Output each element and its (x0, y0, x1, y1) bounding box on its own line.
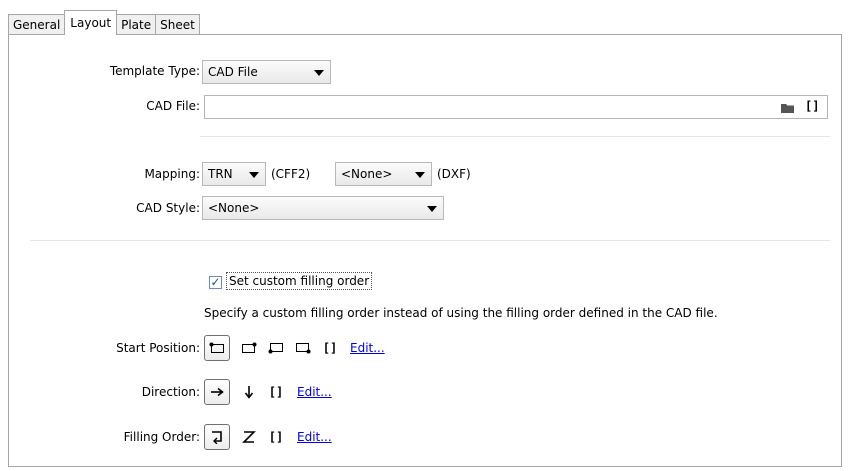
separator (30, 240, 830, 241)
bracket-icon[interactable]: [] (317, 335, 343, 361)
bottom-right-corner-icon[interactable] (290, 335, 316, 361)
top-left-corner-icon[interactable] (204, 335, 230, 361)
filling-order-edit-link[interactable]: Edit... (297, 430, 332, 444)
tab-plate[interactable]: Plate (116, 14, 157, 35)
start-position-edit-link[interactable]: Edit... (350, 341, 385, 355)
template-type-label: Template Type: (109, 64, 200, 78)
bracket-icon[interactable]: [] (805, 99, 819, 113)
dxf-suffix: (DXF) (437, 167, 471, 181)
top-right-corner-icon[interactable] (236, 335, 262, 361)
mapping-cff2-dropdown[interactable]: TRN (202, 162, 266, 186)
template-type-dropdown[interactable]: CAD File (202, 60, 331, 84)
tab-sheet[interactable]: Sheet (155, 14, 200, 35)
tab-general[interactable]: General (8, 14, 66, 35)
chevron-down-icon (415, 172, 425, 178)
z-order-icon[interactable] (236, 424, 262, 450)
chevron-down-icon (427, 206, 437, 212)
tab-layout[interactable]: Layout (64, 10, 118, 35)
bracket-icon[interactable]: [] (263, 379, 289, 405)
arrow-right-icon[interactable] (204, 379, 230, 405)
custom-filling-checkbox-label[interactable]: Set custom filling order (226, 272, 373, 290)
snake-order-icon[interactable] (204, 424, 230, 450)
cff2-suffix: (CFF2) (271, 167, 311, 181)
folder-icon[interactable] (781, 102, 795, 116)
chevron-down-icon (249, 172, 259, 178)
mapping-dxf-value: <None> (341, 167, 393, 181)
mapping-cff2-value: TRN (208, 167, 233, 181)
mapping-label: Mapping: (144, 167, 200, 181)
direction-edit-link[interactable]: Edit... (297, 385, 332, 399)
custom-filling-description: Specify a custom filling order instead o… (204, 306, 718, 320)
direction-label: Direction: (141, 385, 200, 399)
tab-bar: General Layout Plate Sheet (8, 10, 200, 35)
mapping-dxf-dropdown[interactable]: <None> (335, 162, 432, 186)
cad-style-dropdown[interactable]: <None> (202, 196, 444, 220)
filling-order-label: Filling Order: (123, 430, 200, 444)
arrow-down-icon[interactable] (236, 379, 262, 405)
cad-file-label: CAD File: (146, 99, 200, 113)
bottom-left-corner-icon[interactable] (263, 335, 289, 361)
bracket-icon[interactable]: [] (263, 424, 289, 450)
start-position-label: Start Position: (116, 341, 200, 355)
cad-style-label: CAD Style: (136, 201, 200, 215)
cad-style-value: <None> (208, 201, 260, 215)
custom-filling-checkbox[interactable]: ✓ (209, 276, 222, 289)
cad-file-field[interactable]: [] (204, 95, 828, 119)
chevron-down-icon (314, 70, 324, 76)
separator (200, 136, 830, 137)
template-type-value: CAD File (208, 65, 258, 79)
